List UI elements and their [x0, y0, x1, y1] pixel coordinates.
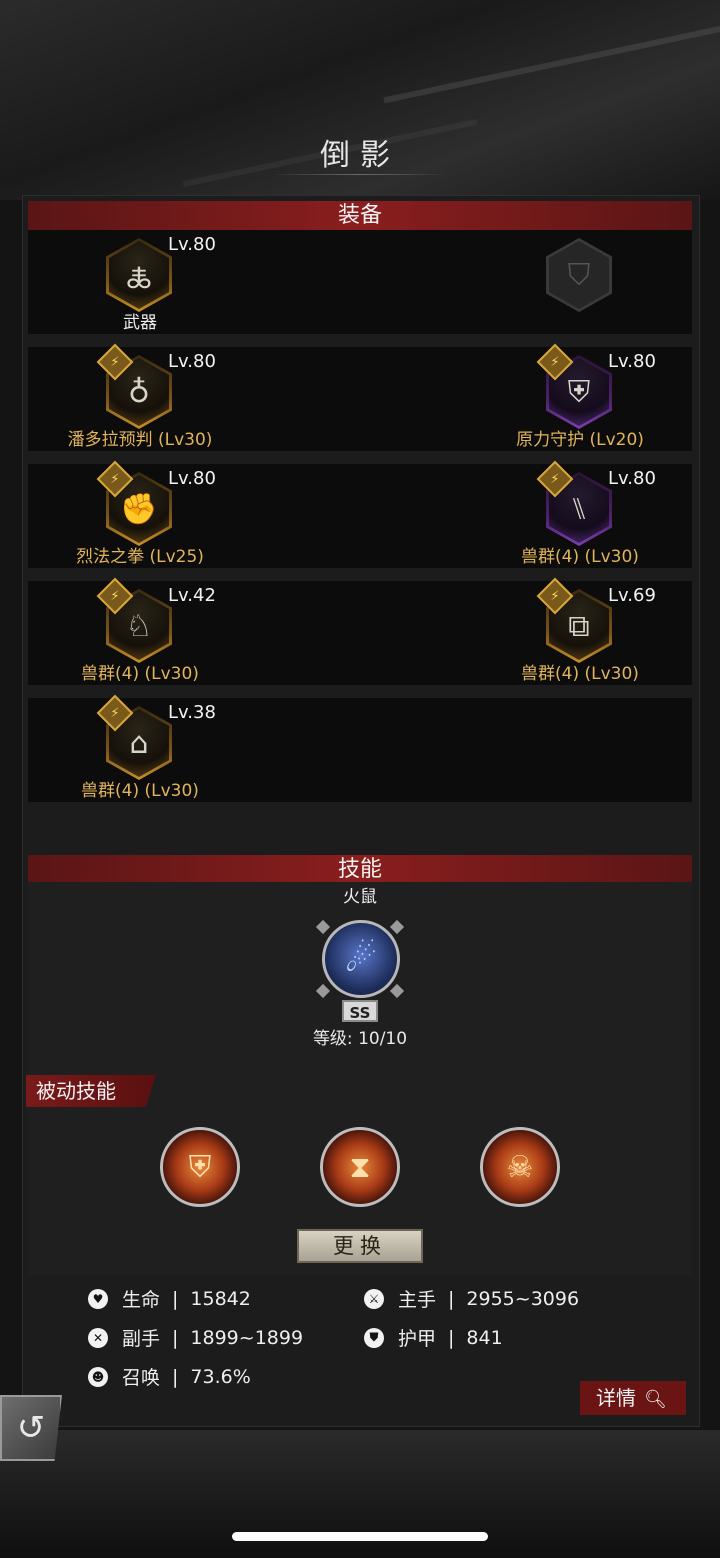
passive-skill-1[interactable]: ⛨	[160, 1127, 240, 1207]
equipment-frame: 🜏	[106, 238, 172, 312]
page-title: 倒影	[320, 138, 400, 173]
passive-skill-3[interactable]: ☠	[480, 1127, 560, 1207]
equipment-name: 兽群(4) (Lv30)	[81, 664, 199, 684]
fire-rat-icon: ☄	[344, 938, 378, 980]
shield-fist-icon: ⛨	[188, 1149, 212, 1185]
stat-main-hand: ⚔ 主手 | 2955~3096	[364, 1285, 579, 1312]
armor-icon: ⛊	[364, 1327, 384, 1348]
equipment-level: Lv.80	[168, 351, 216, 372]
dragon-wing-icon: 🜏	[109, 241, 169, 309]
stat-hp-label: 生命	[122, 1289, 161, 1311]
equipment-slot[interactable]: ♁ ⚡ Lv.80 潘多拉预判 (Lv30)	[50, 343, 230, 451]
equipment-name: 烈法之拳 (Lv25)	[76, 547, 204, 567]
equipment-name: 兽群(4) (Lv30)	[521, 664, 639, 684]
stat-separator: |	[448, 1287, 455, 1310]
details-label: 详情	[596, 1386, 636, 1410]
heart-icon: ♥	[88, 1288, 108, 1309]
passive-skills-label: 被动技能	[26, 1075, 156, 1107]
equipment-name: 兽群(4) (Lv30)	[81, 781, 199, 801]
equipment-slot[interactable]: 🜏 Lv.80 武器	[50, 230, 230, 334]
equipment-level: Lv.42	[168, 585, 216, 606]
equipment-name: 兽群(4) (Lv30)	[521, 547, 639, 567]
equipment-slot[interactable]: ⑊ ⚡ Lv.80 兽群(4) (Lv30)	[490, 460, 670, 568]
stat-separator: |	[448, 1326, 455, 1349]
equipment-slot[interactable]: ⌂ ⚡ Lv.38 兽群(4) (Lv30)	[50, 694, 230, 802]
stat-armor-label: 护甲	[398, 1328, 437, 1350]
shield-icon: ⛉	[549, 241, 609, 309]
skill-grade-badge: SS	[342, 1000, 378, 1022]
skull-claw-icon: ☠	[506, 1149, 534, 1185]
equipment-level: Lv.69	[608, 585, 656, 606]
stat-separator: |	[172, 1287, 179, 1310]
stat-main-hand-label: 主手	[398, 1289, 437, 1311]
stat-armor: ⛊ 护甲 | 841	[364, 1324, 503, 1351]
equipment-level: Lv.80	[168, 468, 216, 489]
stat-hp: ♥ 生命 | 15842	[88, 1285, 251, 1312]
stat-main-hand-value: 2955~3096	[466, 1287, 580, 1310]
stat-off-hand-value: 1899~1899	[190, 1326, 304, 1349]
equipment-slot[interactable]: ⛨ ⚡ Lv.80 原力守护 (Lv20)	[490, 343, 670, 451]
equipment-slot[interactable]: ✊ ⚡ Lv.80 烈法之拳 (Lv25)	[50, 460, 230, 568]
stat-summon-value: 73.6%	[190, 1365, 251, 1388]
equipment-header: 装备	[28, 201, 692, 231]
summon-icon: ☻	[88, 1366, 108, 1387]
back-arrow-icon: ↺	[16, 1408, 46, 1448]
equipment-frame: ⛉	[546, 238, 612, 312]
stat-off-hand: ✕ 副手 | 1899~1899	[88, 1324, 303, 1351]
hourglass-icon: ⧗	[349, 1149, 371, 1185]
skills-header: 技能	[28, 855, 692, 885]
title-divider	[270, 174, 450, 175]
equipment-level: Lv.80	[608, 468, 656, 489]
stat-summon: ☻ 召唤 | 73.6%	[88, 1363, 251, 1390]
equipment-name: 潘多拉预判 (Lv30)	[67, 430, 213, 450]
stat-separator: |	[172, 1326, 179, 1349]
sword-icon: ⚔	[364, 1288, 384, 1309]
equipment-slot[interactable]: ♘ ⚡ Lv.42 兽群(4) (Lv30)	[50, 577, 230, 685]
equipment-name: 武器	[123, 313, 157, 333]
stat-summon-label: 召唤	[122, 1367, 161, 1389]
magnifier-icon: 🔍︎	[644, 1389, 667, 1410]
active-skill-icon[interactable]: ☄	[322, 920, 400, 998]
equipment-slot[interactable]: ⛉	[490, 230, 670, 334]
equipment-slot[interactable]: ⧉ ⚡ Lv.69 兽群(4) (Lv30)	[490, 577, 670, 685]
equipment-level: Lv.80	[608, 351, 656, 372]
equipment-level: Lv.80	[168, 234, 216, 255]
back-button[interactable]: ↺	[0, 1395, 62, 1461]
equipment-name: 原力守护 (Lv20)	[516, 430, 644, 450]
active-skill-name: 火鼠	[343, 887, 377, 907]
passive-skill-2[interactable]: ⧗	[320, 1127, 400, 1207]
stat-off-hand-label: 副手	[122, 1328, 161, 1350]
details-button[interactable]: 详情 🔍︎	[580, 1381, 686, 1415]
stat-armor-value: 841	[466, 1326, 503, 1349]
stat-hp-value: 15842	[190, 1287, 251, 1310]
home-indicator[interactable]	[232, 1532, 488, 1541]
swap-skill-button[interactable]: 更换	[297, 1229, 423, 1263]
equipment-level: Lv.38	[168, 702, 216, 723]
stat-separator: |	[172, 1365, 179, 1388]
skill-level: 等级: 10/10	[312, 1029, 408, 1049]
dagger-icon: ✕	[88, 1327, 108, 1348]
